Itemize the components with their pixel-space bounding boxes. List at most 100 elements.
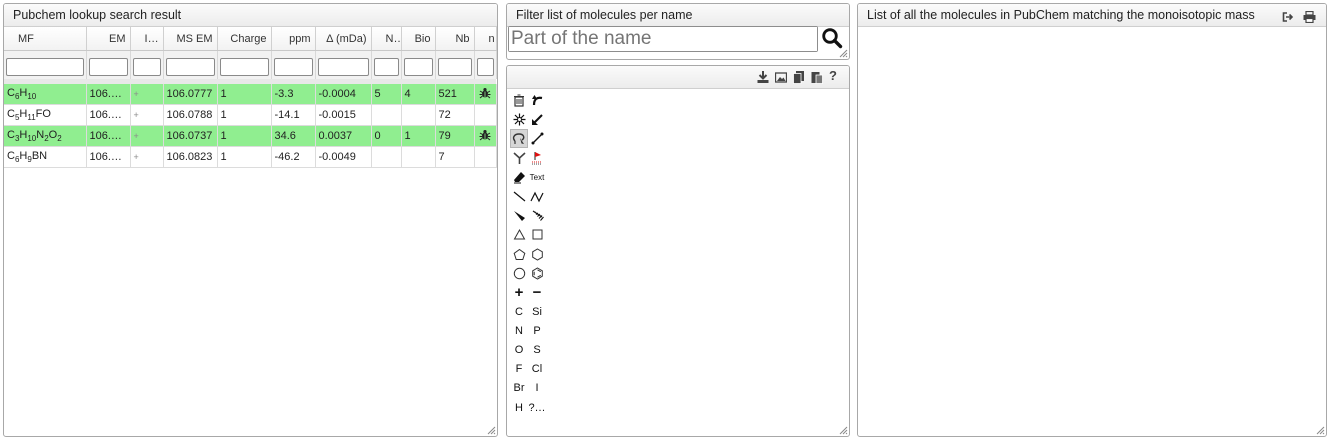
trash-icon[interactable]: [510, 91, 528, 110]
column-filter-input[interactable]: [437, 57, 472, 76]
zoom-icon[interactable]: [510, 110, 528, 129]
bug-icon[interactable]: [479, 129, 491, 144]
ms-exact-mass: 106.0777: [163, 84, 218, 105]
table-row[interactable]: C5H11FO 106.0… +106.0788 1 -14.1 -0.0015 72: [4, 104, 497, 126]
tool-br-button[interactable]: Br: [510, 379, 528, 398]
bio-count: [401, 146, 436, 168]
fork-icon[interactable]: [510, 149, 528, 168]
tool-n-button[interactable]: N: [510, 321, 528, 340]
resize-handle-icon[interactable]: [839, 426, 848, 435]
column-header[interactable]: Charge: [217, 27, 272, 51]
column-header[interactable]: Δ (mDa): [315, 27, 372, 51]
bond-single-icon[interactable]: [510, 187, 528, 206]
pin-icon[interactable]: [528, 149, 546, 168]
tool-text-button[interactable]: Text: [528, 168, 546, 187]
natural-count: 5: [371, 84, 402, 105]
column-filter-input[interactable]: [476, 57, 494, 76]
help-icon[interactable]: ?: [829, 69, 841, 83]
lasso-icon[interactable]: [510, 129, 528, 149]
ring-7-icon[interactable]: [510, 264, 528, 283]
column-header[interactable]: Bio: [401, 27, 436, 51]
resize-icon[interactable]: [528, 110, 546, 129]
ms-exact-mass: 106.0788: [163, 104, 218, 126]
tool-cl-button[interactable]: Cl: [528, 360, 546, 379]
ring-3-icon[interactable]: [510, 225, 528, 244]
tool-s-button[interactable]: S: [528, 340, 546, 359]
wedge-bold-icon[interactable]: [510, 206, 528, 225]
benzene-icon[interactable]: [528, 264, 546, 283]
ms-exact-mass: 106.0737: [163, 125, 218, 147]
column-filter-input[interactable]: [165, 57, 215, 76]
tool-f-button[interactable]: F: [510, 360, 528, 379]
natural-count: 0: [371, 125, 402, 147]
column-filter-input[interactable]: [373, 57, 399, 76]
print-icon[interactable]: [1303, 8, 1316, 30]
bug-icon[interactable]: [479, 87, 491, 102]
column-header[interactable]: Ioni…: [130, 27, 164, 51]
molecular-formula: C3H10N2O2: [4, 125, 87, 147]
column-header[interactable]: n: [474, 27, 497, 51]
tool-si-button[interactable]: Si: [528, 302, 546, 321]
tool-h-button[interactable]: H: [510, 398, 528, 417]
column-filter-input[interactable]: [219, 57, 269, 76]
column-filter-input[interactable]: [317, 57, 369, 76]
image-icon[interactable]: [774, 69, 788, 83]
natural-count: [371, 104, 402, 126]
nb-count: 79: [435, 125, 475, 147]
tool-p-button[interactable]: P: [528, 321, 546, 340]
exact-mass: 106.0…: [86, 125, 131, 147]
natural-count: [371, 146, 402, 168]
wedge-hash-icon[interactable]: [528, 206, 546, 225]
ring-5-icon[interactable]: [510, 245, 528, 264]
tool-i-button[interactable]: I: [528, 379, 546, 398]
ring-6-icon[interactable]: [528, 245, 546, 264]
column-header[interactable]: Nat: [371, 27, 402, 51]
undo-icon[interactable]: [528, 91, 546, 110]
editor-tool-palette: Text + − C Si N P O S F Cl Br I H?…: [510, 91, 546, 417]
tool-charge-plus-button[interactable]: +: [510, 283, 528, 302]
column-filter-input[interactable]: [403, 57, 433, 76]
download-icon[interactable]: [757, 69, 769, 83]
column-header[interactable]: EM: [86, 27, 131, 51]
copy-icon[interactable]: [793, 69, 805, 84]
ionization: +: [130, 125, 164, 147]
tool-c-button[interactable]: C: [510, 302, 528, 321]
column-header[interactable]: MS EM: [163, 27, 218, 51]
eraser-icon[interactable]: [510, 168, 528, 187]
molecular-formula: C6H9BN: [4, 146, 87, 168]
resize-handle-icon[interactable]: [1316, 426, 1325, 435]
column-filter-input[interactable]: [273, 57, 313, 76]
name-search-input[interactable]: [509, 27, 817, 51]
column-header[interactable]: ppm: [271, 27, 316, 51]
export-icon[interactable]: [1282, 8, 1294, 30]
bio-count: 1: [401, 125, 436, 147]
column-filter-input[interactable]: [6, 57, 84, 76]
column-filter-input[interactable]: [88, 57, 128, 76]
bond-chain-icon[interactable]: [528, 187, 546, 206]
ring-4-icon[interactable]: [528, 225, 546, 244]
ionization: +: [130, 104, 164, 126]
column-filter-input[interactable]: [132, 57, 161, 76]
table-row[interactable]: C6H9BN 106.0… +106.0823 1 -46.2 -0.0049 7: [4, 146, 497, 168]
name-search-box: [508, 26, 818, 52]
search-icon[interactable]: [821, 27, 843, 49]
column-header[interactable]: Nb: [435, 27, 475, 51]
bio-count: [401, 104, 436, 126]
table-row[interactable]: C6H10 106.0… +106.0777 1 -3.3 -0.0004 5 4 521: [4, 84, 497, 105]
delta-mda: 0.0037: [315, 125, 372, 147]
nb-count: 7: [435, 146, 475, 168]
tool-other-atom-button[interactable]: ?…: [528, 398, 546, 417]
line-tool-icon[interactable]: [528, 129, 546, 148]
table-row[interactable]: C3H10N2O2 106.0… +106.0737 1 34.6 0.0037 0 1 79: [4, 125, 497, 147]
tool-charge-minus-button[interactable]: −: [528, 283, 546, 302]
molecules-panel-title-text: List of all the molecules in PubChem mat…: [867, 8, 1255, 22]
delta-mda: -0.0049: [315, 146, 372, 168]
bio-count: 4: [401, 84, 436, 105]
resize-handle-icon[interactable]: [487, 426, 496, 435]
column-header[interactable]: MF: [4, 27, 87, 51]
molecular-formula: C6H10: [4, 84, 87, 105]
tool-o-button[interactable]: O: [510, 340, 528, 359]
delta-mda: -0.0015: [315, 104, 372, 126]
paste-icon[interactable]: [811, 69, 823, 84]
resize-handle-icon[interactable]: [839, 49, 848, 58]
